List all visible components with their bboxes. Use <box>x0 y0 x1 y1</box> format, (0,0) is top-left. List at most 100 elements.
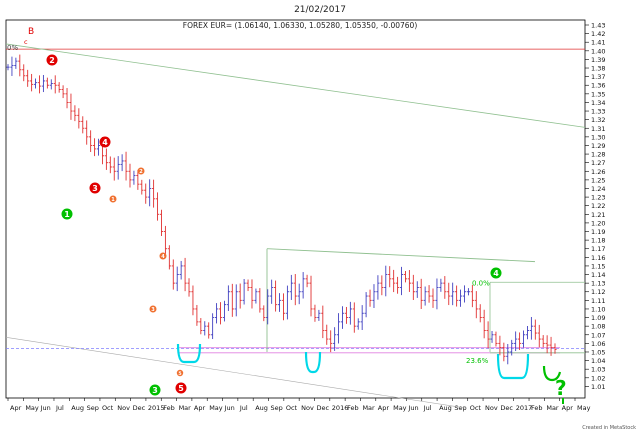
x-tick-label: Mar <box>546 404 559 412</box>
y-tick-label: 1.08 <box>591 323 605 331</box>
wave-count-label: 2 <box>139 169 143 175</box>
x-tick-label: Nov <box>485 404 498 412</box>
x-tick-label: Aug <box>71 404 84 412</box>
y-tick-label: 1.03 <box>591 366 605 374</box>
y-tick-label: 1.27 <box>591 159 605 167</box>
x-tick-label: Mar <box>362 404 375 412</box>
chart-instrument-title: FOREX EUR= (1.06140, 1.06330, 1.05280, 1… <box>183 21 418 30</box>
x-tick-label: Jun <box>40 404 51 412</box>
x-tick-label: Dec <box>133 404 146 412</box>
y-tick-label: 1.01 <box>591 383 605 391</box>
y-tick-label: 1.28 <box>591 151 605 159</box>
y-tick-label: 1.39 <box>591 56 605 64</box>
y-tick-label: 1.37 <box>591 73 605 81</box>
y-tick-label: 1.06 <box>591 340 605 348</box>
y-tick-label: 1.14 <box>591 271 605 279</box>
y-tick-label: 1.33 <box>591 108 605 116</box>
x-tick-label: Apr <box>10 404 22 412</box>
y-tick-label: 1.12 <box>591 288 605 296</box>
y-tick-label: 1.04 <box>591 357 605 365</box>
y-tick-label: 1.42 <box>591 30 605 38</box>
y-tick-label: 1.10 <box>591 305 605 313</box>
y-tick-label: 1.31 <box>591 125 605 133</box>
x-tick-label: Feb <box>163 404 175 412</box>
wave-label-c: c <box>24 38 28 46</box>
y-tick-label: 1.19 <box>591 228 605 236</box>
fib-0-label: 0.0% <box>472 279 490 287</box>
y-tick-label: 1.30 <box>591 133 605 141</box>
y-tick-label: 1.26 <box>591 168 605 176</box>
y-tick-label: 1.43 <box>591 22 605 30</box>
y-tick-label: 1.36 <box>591 82 605 90</box>
y-tick-label: 1.07 <box>591 331 605 339</box>
y-tick-label: 1.41 <box>591 39 605 47</box>
x-tick-label: Feb <box>347 404 359 412</box>
x-tick-label: Jul <box>239 404 248 412</box>
chart-credit: Created in MetaStock <box>582 425 636 431</box>
x-tick-label: Dec <box>316 404 329 412</box>
x-tick-label: Mar <box>179 404 192 412</box>
x-tick-label: May <box>577 404 591 412</box>
wave-count-label: 1 <box>64 210 70 219</box>
y-tick-label: 1.15 <box>591 262 605 270</box>
y-tick-label: 1.09 <box>591 314 605 322</box>
wave-count-label: 5 <box>178 371 181 377</box>
x-tick-label: Jul <box>55 404 64 412</box>
fib-236-label: 23.6% <box>466 357 489 365</box>
wave-count-label: 4 <box>493 269 499 278</box>
x-tick-label: Apr <box>562 404 574 412</box>
y-tick-label: 1.11 <box>591 297 605 305</box>
y-tick-label: 1.17 <box>591 245 605 253</box>
x-tick-label: Oct <box>102 404 114 412</box>
x-tick-label: Apr <box>194 404 206 412</box>
x-tick-label: Nov <box>301 404 314 412</box>
wave-count-label: 4 <box>102 138 108 147</box>
y-tick-label: 1.35 <box>591 90 605 98</box>
wave-count-label: 1 <box>111 197 115 203</box>
y-tick-label: 1.22 <box>591 202 605 210</box>
y-tick-label: 1.05 <box>591 348 605 356</box>
y-tick-label: 1.25 <box>591 176 605 184</box>
x-tick-label: 2017 <box>516 404 533 412</box>
y-tick-label: 1.23 <box>591 194 605 202</box>
wave-count-label: 5 <box>178 384 184 393</box>
x-tick-label: Apr <box>378 404 390 412</box>
x-tick-label: Jun <box>407 404 418 412</box>
wave-count-label: 3 <box>152 386 158 395</box>
y-tick-label: 1.02 <box>591 374 605 382</box>
y-tick-label: 1.21 <box>591 211 605 219</box>
y-tick-label: 1.18 <box>591 237 605 245</box>
wave-count-label: 3 <box>92 184 98 193</box>
x-tick-label: Sep <box>271 404 283 412</box>
x-tick-label: Feb <box>531 404 543 412</box>
y-tick-label: 1.13 <box>591 280 605 288</box>
x-tick-label: Sep <box>87 404 99 412</box>
x-tick-label: Dec <box>500 404 513 412</box>
x-tick-label: May <box>393 404 407 412</box>
wave-label-b: B <box>28 27 34 37</box>
x-tick-label: May <box>209 404 223 412</box>
y-tick-label: 1.40 <box>591 47 605 55</box>
x-tick-label: May <box>25 404 39 412</box>
x-tick-label: Aug <box>255 404 268 412</box>
x-tick-label: 2016 <box>332 404 349 412</box>
x-tick-label: Jul <box>423 404 432 412</box>
y-tick-label: 1.20 <box>591 219 605 227</box>
y-tick-label: 1.16 <box>591 254 605 262</box>
x-tick-label: Jun <box>224 404 235 412</box>
y-tick-label: 1.32 <box>591 116 605 124</box>
wave-count-label: 2 <box>49 56 55 65</box>
chart-date: 21/02/2017 <box>294 5 346 15</box>
x-tick-label: Nov <box>117 404 130 412</box>
wave-count-label: 4 <box>161 254 165 260</box>
question-mark: ? <box>555 376 567 400</box>
top-zero-label: 0% <box>7 44 18 52</box>
x-tick-label: Oct <box>286 404 298 412</box>
x-tick-label: Oct <box>470 404 482 412</box>
price-chart: 21/02/2017 FOREX EUR= (1.06140, 1.06330,… <box>0 0 640 432</box>
y-tick-label: 1.38 <box>591 65 605 73</box>
wave-count-label: 3 <box>151 307 155 313</box>
y-tick-label: 1.29 <box>591 142 605 150</box>
y-tick-label: 1.34 <box>591 99 605 107</box>
x-tick-label: 2015 <box>148 404 165 412</box>
